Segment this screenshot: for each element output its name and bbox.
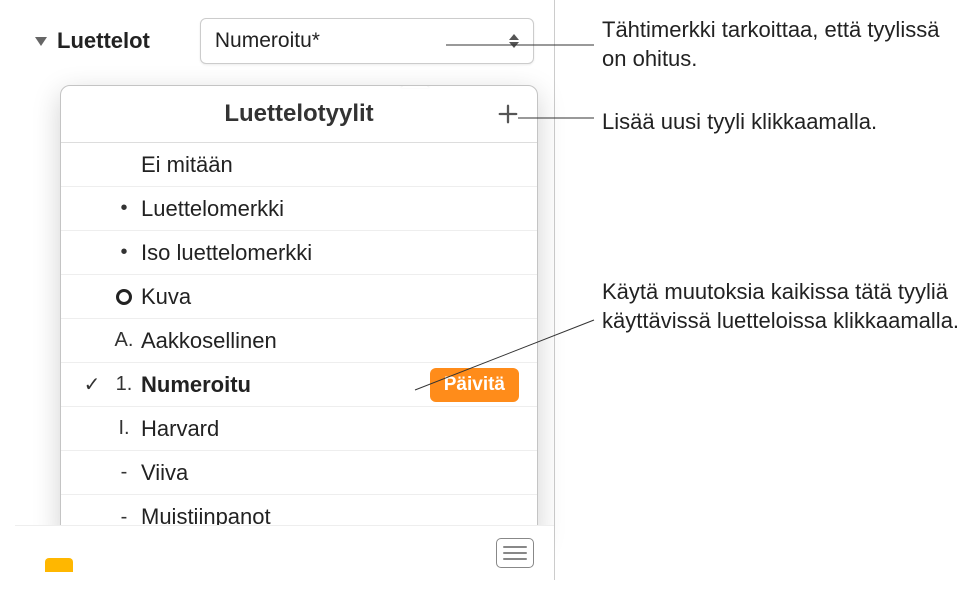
- style-item-label: Ei mitään: [139, 152, 523, 178]
- bullet-prefix-icon: A.: [109, 329, 139, 352]
- section-header: Luettelot Numeroitu*: [15, 0, 554, 74]
- popover-header: Luettelotyylit: [61, 86, 537, 143]
- style-item-label: Viiva: [139, 460, 523, 486]
- disclosure-triangle-icon[interactable]: [35, 37, 47, 46]
- plus-icon: [497, 103, 519, 125]
- style-item[interactable]: I.Harvard: [61, 407, 537, 451]
- list-styles-popover: Luettelotyylit Ei mitään•Luettelomerkki•…: [60, 85, 538, 540]
- updown-chevron-icon: [509, 34, 519, 48]
- update-style-button[interactable]: Päivitä: [430, 368, 519, 402]
- bullet-prefix-icon: 1.: [109, 373, 139, 396]
- style-item[interactable]: Kuva: [61, 275, 537, 319]
- style-item[interactable]: ✓1.NumeroituPäivitä: [61, 363, 537, 407]
- style-item[interactable]: Ei mitään: [61, 143, 537, 187]
- callout-add: Lisää uusi tyyli klikkaamalla.: [602, 108, 877, 137]
- style-item[interactable]: -Viiva: [61, 451, 537, 495]
- add-style-button[interactable]: [497, 103, 519, 125]
- section-title: Luettelot: [57, 28, 150, 54]
- style-item-label: Numeroitu: [139, 372, 430, 398]
- color-tab-icon: [45, 558, 73, 572]
- style-item-label: Aakkosellinen: [139, 328, 523, 354]
- bullet-prefix-icon: •: [109, 197, 139, 220]
- bullet-prefix-icon: [109, 289, 139, 305]
- select-value: Numeroitu*: [215, 29, 320, 53]
- bullet-prefix-icon: •: [109, 241, 139, 264]
- callout-asterisk: Tähtimerkki tarkoittaa, että tyylissä on…: [602, 16, 962, 73]
- style-item[interactable]: A.Aakkosellinen: [61, 319, 537, 363]
- style-item[interactable]: •Luettelomerkki: [61, 187, 537, 231]
- callout-update: Käytä muutoksia kaikissa tätä tyyliä käy…: [602, 278, 962, 335]
- bullet-prefix-icon: I.: [109, 417, 139, 440]
- popover-title: Luettelotyylit: [224, 100, 373, 128]
- list-style-select[interactable]: Numeroitu*: [200, 18, 534, 64]
- checkmark-icon: ✓: [75, 372, 109, 397]
- style-list: Ei mitään•Luettelomerkki•Iso luettelomer…: [61, 143, 537, 539]
- style-item-label: Harvard: [139, 416, 523, 442]
- style-item-label: Kuva: [139, 284, 523, 310]
- bottom-toolbar: [15, 525, 554, 580]
- inspector-panel: Luettelot Numeroitu* Luettelotyylit Ei m…: [15, 0, 555, 580]
- format-icon[interactable]: [496, 538, 534, 568]
- style-item-label: Luettelomerkki: [139, 196, 523, 222]
- style-item-label: Iso luettelomerkki: [139, 240, 523, 266]
- style-item[interactable]: •Iso luettelomerkki: [61, 231, 537, 275]
- bullet-prefix-icon: -: [109, 461, 139, 484]
